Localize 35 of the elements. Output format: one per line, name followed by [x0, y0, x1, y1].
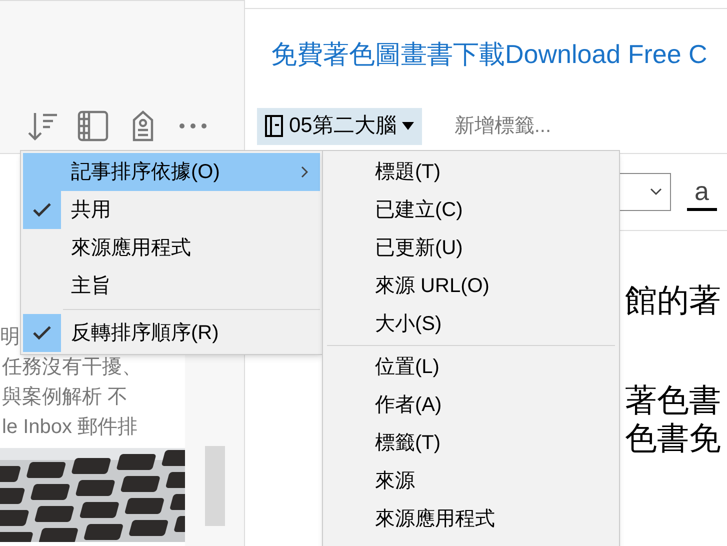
menu-item[interactable]: 來源應用程式 [327, 500, 619, 538]
text-color-button[interactable]: a [686, 174, 717, 210]
menu-item[interactable]: 標籤(T) [327, 424, 619, 462]
menu-item[interactable]: 大小(S) [327, 305, 619, 343]
menu-item[interactable]: 來源應用程式 [23, 229, 320, 267]
add-tag-link[interactable]: 新增標籤... [454, 111, 552, 141]
menu-item[interactable]: 已建立(C) [327, 191, 619, 229]
note-snippet: 明 [0, 325, 20, 350]
note-snippet: 任務沒有干擾、 [1, 355, 142, 380]
notebook-button[interactable]: 05第二大腦 [257, 108, 422, 144]
note-body-text: 著色書 [625, 381, 721, 419]
menu-item[interactable]: 位置(L) [327, 348, 619, 386]
chevron-icon [650, 188, 662, 196]
note-body-text: 館的著 [625, 281, 721, 319]
chevron-right-icon [301, 166, 308, 178]
menu-item[interactable]: 共用 [23, 191, 320, 229]
note-body-text: 色書免 [625, 419, 721, 457]
notebook-icon [265, 115, 283, 137]
menu-item[interactable]: 作者(A) [327, 386, 619, 424]
menu-item[interactable]: 已更新(U) [327, 229, 619, 267]
notebook-name: 05第二大腦 [289, 113, 396, 140]
note-snippet: 與案例解析 不 [1, 385, 128, 410]
menu-item[interactable]: 反轉排序順序(R) [23, 314, 320, 352]
scrollbar-thumb[interactable] [204, 446, 224, 526]
layout-icon[interactable] [76, 109, 110, 143]
caret-icon [402, 122, 414, 130]
menu-item[interactable]: 記事排序依據(O) [23, 153, 320, 191]
checkmark-icon [33, 203, 51, 217]
menu-item[interactable]: 來源 URL(O) [327, 267, 619, 305]
checkmark-icon [33, 326, 51, 340]
menu-item[interactable]: 來源 [327, 462, 619, 500]
note-title-link[interactable]: 免費著色圖畫書下載Download Free C [245, 9, 727, 101]
note-snippet: le Inbox 郵件排 [1, 415, 138, 440]
menu-item[interactable]: 標題(T) [327, 153, 619, 191]
menu-item[interactable]: 主旨 [23, 267, 320, 305]
